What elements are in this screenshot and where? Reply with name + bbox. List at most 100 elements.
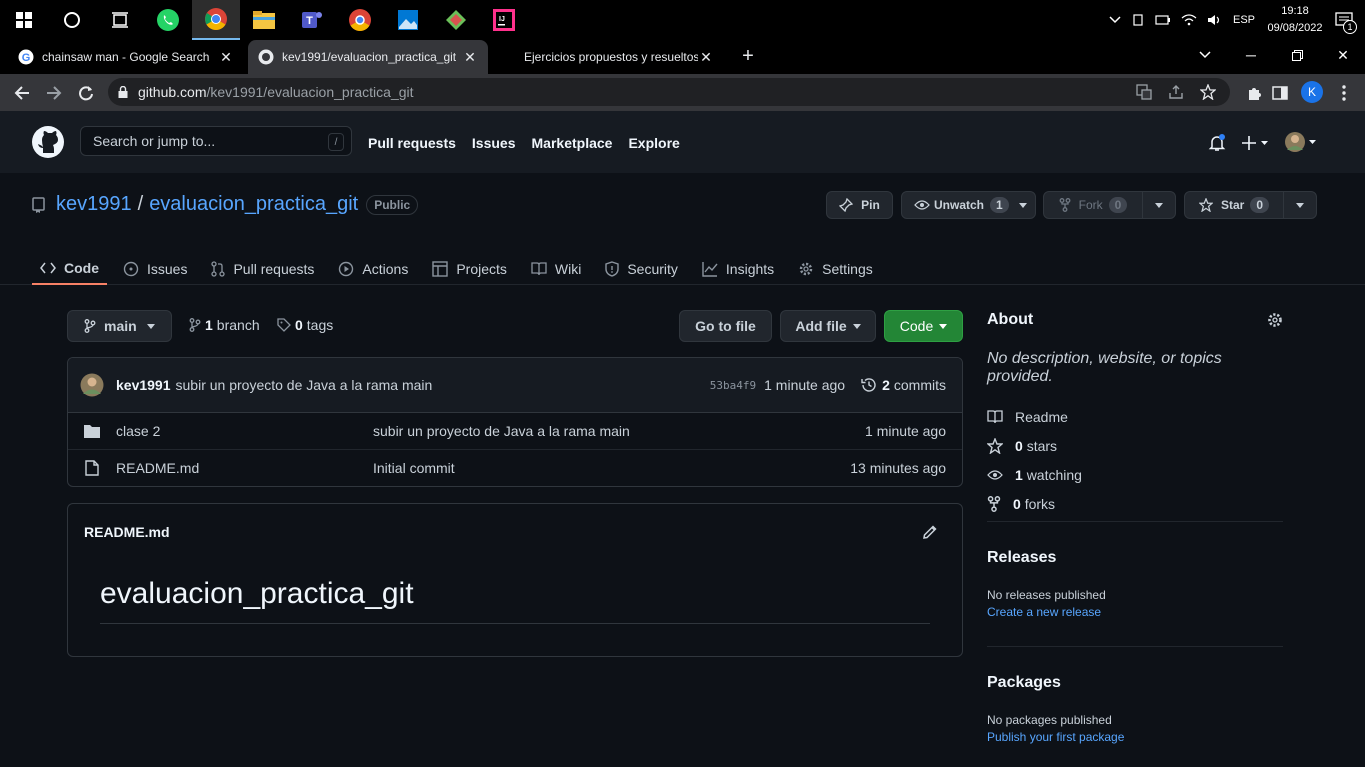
minimize-button[interactable]: ─ (1228, 40, 1274, 70)
profile-avatar[interactable]: K (1301, 81, 1323, 103)
github-search-input[interactable]: Search or jump to... / (80, 126, 352, 156)
github-logo-icon[interactable] (32, 126, 64, 158)
file-commit-message[interactable]: Initial commit (373, 460, 455, 476)
readme-link[interactable]: Readme (987, 402, 1283, 431)
gear-icon[interactable] (1267, 312, 1283, 328)
chrome-taskbar-icon[interactable] (192, 0, 240, 40)
tab-pull-requests[interactable]: Pull requests (203, 245, 322, 285)
volume-icon[interactable] (1207, 14, 1223, 26)
unwatch-button[interactable]: Unwatch 1 (901, 191, 1036, 219)
add-file-button[interactable]: Add file (780, 310, 876, 342)
tab-issues[interactable]: Issues (115, 245, 195, 285)
star-dropdown-button[interactable] (1283, 191, 1317, 219)
nav-explore[interactable]: Explore (628, 135, 679, 151)
file-row[interactable]: clase 2 subir un proyecto de Java a la r… (68, 413, 962, 450)
maximize-button[interactable] (1274, 40, 1320, 70)
forks-link[interactable]: 0 forks (987, 489, 1283, 518)
create-new-plus-icon[interactable] (1242, 134, 1272, 152)
gitkraken-icon[interactable] (432, 0, 480, 40)
nav-issues[interactable]: Issues (472, 135, 516, 151)
bookmark-star-icon[interactable] (1200, 84, 1216, 100)
browser-tab[interactable]: G chainsaw man - Google Search ✕ (8, 40, 244, 74)
sidebar-divider (987, 521, 1283, 522)
file-name[interactable]: README.md (116, 460, 199, 476)
task-view-icon[interactable] (96, 0, 144, 40)
notifications-bell-icon[interactable] (1208, 134, 1226, 152)
translate-icon[interactable] (1136, 84, 1152, 100)
chevron-up-icon[interactable] (1109, 16, 1121, 24)
stars-word: stars (1026, 437, 1058, 454)
commit-sha[interactable]: 53ba4f9 (710, 379, 756, 392)
releases-title[interactable]: Releases (987, 549, 1283, 567)
language-indicator[interactable]: ESP (1233, 14, 1255, 26)
nav-marketplace[interactable]: Marketplace (532, 135, 613, 151)
file-row[interactable]: README.md Initial commit 13 minutes ago (68, 450, 962, 486)
pin-button[interactable]: Pin (826, 191, 893, 219)
reload-icon[interactable] (70, 77, 102, 109)
back-arrow-icon[interactable] (6, 77, 38, 109)
tab-insights[interactable]: Insights (694, 245, 782, 285)
whatsapp-icon[interactable] (144, 0, 192, 40)
code-clone-button[interactable]: Code (884, 310, 963, 342)
user-avatar[interactable] (1284, 131, 1320, 153)
new-tab-button[interactable]: + (738, 46, 758, 67)
star-button[interactable]: Star 0 (1184, 191, 1284, 219)
notification-center-icon[interactable]: 1 (1335, 12, 1357, 34)
chrome-menu-icon[interactable] (1328, 77, 1360, 109)
packages-title[interactable]: Packages (987, 674, 1283, 692)
share-icon[interactable] (1168, 84, 1184, 100)
file-explorer-icon[interactable] (240, 0, 288, 40)
fork-button[interactable]: Fork 0 (1043, 191, 1143, 219)
address-bar[interactable]: github.com/kev1991/evaluacion_practica_g… (108, 78, 1230, 106)
go-to-file-button[interactable]: Go to file (679, 310, 772, 342)
stars-link[interactable]: 0 stars (987, 431, 1283, 460)
side-panel-icon[interactable] (1264, 77, 1296, 109)
commit-count[interactable]: 2 (882, 377, 890, 393)
star-label: Star (1220, 198, 1245, 212)
close-window-button[interactable]: ✕ (1320, 40, 1365, 70)
browser-tab[interactable]: Ejercicios propuestos y resueltos ✕ (496, 40, 724, 74)
lock-icon[interactable] (118, 86, 128, 98)
tab-security[interactable]: Security (597, 245, 686, 285)
battery-icon[interactable] (1155, 14, 1171, 26)
tab-label: Issues (147, 261, 188, 277)
tab-actions[interactable]: Actions (330, 245, 416, 285)
forward-arrow-icon[interactable] (38, 77, 70, 109)
publish-package-link[interactable]: Publish your first package (987, 730, 1283, 744)
branches-link[interactable]: 1 branch (189, 317, 260, 333)
teams-icon[interactable]: T (288, 0, 336, 40)
repo-name-link[interactable]: evaluacion_practica_git (149, 193, 358, 216)
fork-dropdown-button[interactable] (1142, 191, 1176, 219)
commit-word[interactable]: commits (894, 377, 946, 393)
repo-owner-link[interactable]: kev1991 (56, 193, 132, 216)
fork-label: Fork (1078, 198, 1103, 212)
tab-code[interactable]: Code (32, 245, 107, 285)
clock[interactable]: 19:18 09/08/2022 (1265, 3, 1325, 37)
usb-icon[interactable] (1131, 13, 1145, 27)
photos-icon[interactable] (384, 0, 432, 40)
edit-pencil-icon[interactable] (922, 524, 938, 540)
cortana-search-icon[interactable] (48, 0, 96, 40)
wifi-icon[interactable] (1181, 14, 1197, 26)
close-tab-icon[interactable]: ✕ (218, 49, 234, 66)
commit-message[interactable]: subir un proyecto de Java a la rama main (176, 377, 433, 393)
chrome-alt-icon[interactable] (336, 0, 384, 40)
commit-author[interactable]: kev1991 (116, 377, 171, 393)
branch-select-button[interactable]: main (67, 310, 172, 342)
windows-start-icon[interactable] (0, 0, 48, 40)
commit-author-avatar[interactable] (80, 373, 104, 397)
file-name[interactable]: clase 2 (116, 423, 160, 439)
tab-search-icon[interactable] (1182, 40, 1228, 70)
close-tab-icon[interactable]: ✕ (698, 49, 714, 66)
watching-link[interactable]: 1 watching (987, 460, 1283, 489)
create-release-link[interactable]: Create a new release (987, 605, 1283, 619)
tab-settings[interactable]: Settings (790, 245, 881, 285)
tab-wiki[interactable]: Wiki (523, 245, 589, 285)
nav-pull-requests[interactable]: Pull requests (368, 135, 456, 151)
browser-tab-active[interactable]: kev1991/evaluacion_practica_git ✕ (248, 40, 488, 74)
intellij-icon[interactable]: IJ (480, 0, 528, 40)
tab-projects[interactable]: Projects (424, 245, 515, 285)
tags-link[interactable]: 0 tags (277, 317, 333, 333)
file-commit-message[interactable]: subir un proyecto de Java a la rama main (373, 423, 630, 439)
close-tab-icon[interactable]: ✕ (462, 49, 478, 66)
